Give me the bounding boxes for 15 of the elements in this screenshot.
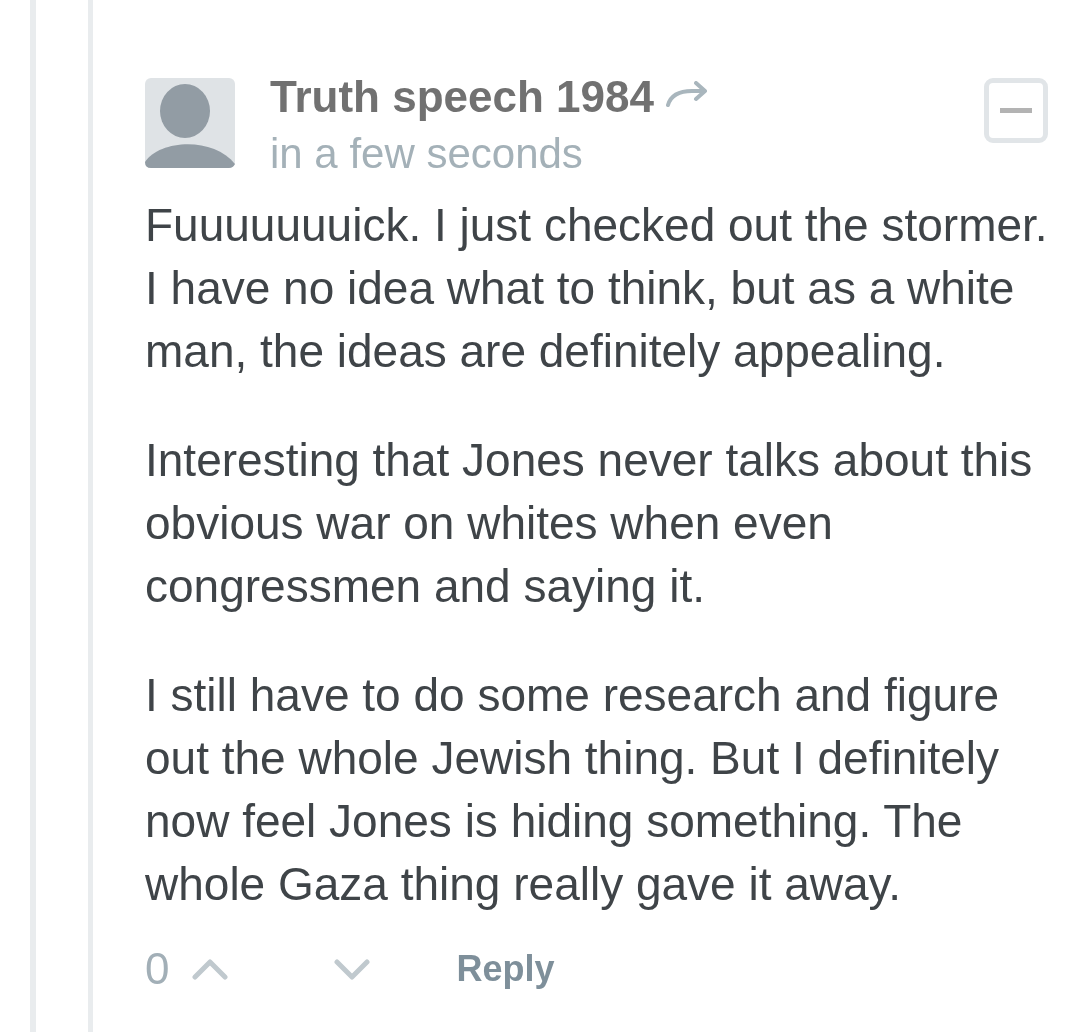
arrow-icon[interactable] xyxy=(665,81,710,107)
comment-paragraph: I still have to do some research and figure out the whole Jewish thing. But I definitely now feel Jones is hiding something. The whole Gaza thing really gave it away. xyxy=(145,668,1001,912)
comment-paragraph: Fuuuuuuuick. I just checked out the stormer. I have no idea what to think, but as a white man, the ideas are definitely appealing. xyxy=(145,198,1048,379)
author-name[interactable]: Truth speech 1984 xyxy=(270,69,654,125)
timestamp-link[interactable]: in a few seconds xyxy=(270,125,583,182)
vote-count: 0 xyxy=(145,944,170,994)
reply-button[interactable]: Reply xyxy=(456,944,555,994)
collapse-button[interactable] xyxy=(984,78,1048,143)
comment-paragraph: Interesting that Jones never talks about this obvious war on whites when even congressmen and saying it. xyxy=(145,433,1034,614)
minus-icon xyxy=(1000,108,1032,113)
avatar-icon xyxy=(145,78,235,168)
chevron-down-icon xyxy=(334,958,371,980)
downvote-button[interactable] xyxy=(334,958,371,980)
upvote-button[interactable] xyxy=(192,958,229,980)
chevron-up-icon xyxy=(192,958,229,980)
